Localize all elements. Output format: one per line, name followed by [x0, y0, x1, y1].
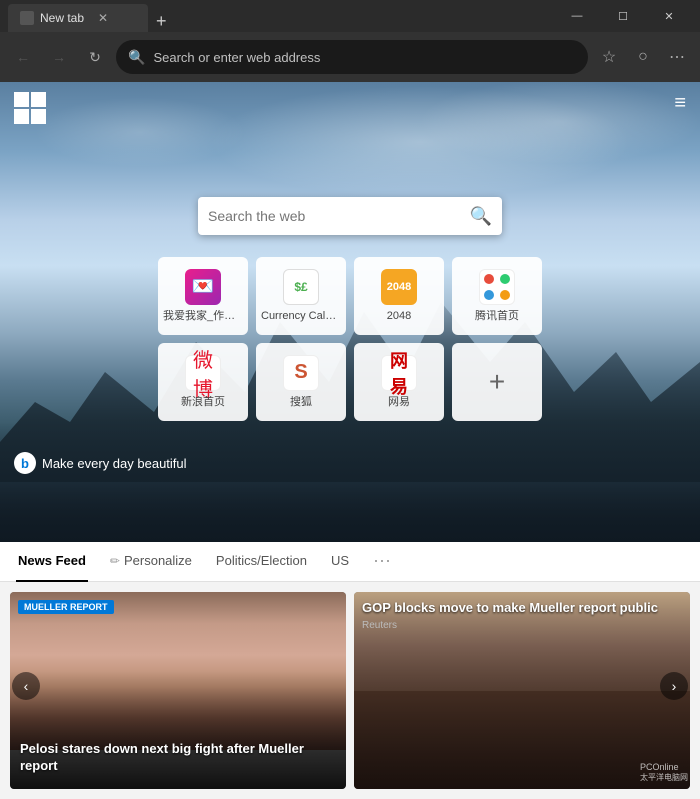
win-logo-quad-3	[14, 109, 29, 124]
favorite-button[interactable]: ☆	[594, 42, 624, 72]
tab-favicon	[20, 11, 34, 25]
gop-source: Reuters	[362, 620, 682, 631]
woai-label: 我爱我家_作者…	[163, 310, 243, 323]
news-card-gop[interactable]: GOP blocks move to make Mueller report p…	[354, 592, 690, 789]
wangyi-label: 网易	[388, 396, 410, 409]
quicklink-souhu[interactable]: S 搜狐	[256, 343, 346, 421]
tab-politics[interactable]: Politics/Election	[214, 542, 309, 582]
currency-icon: $£	[283, 269, 319, 305]
souhu-label: 搜狐	[290, 396, 312, 409]
tab-us[interactable]: US	[329, 542, 351, 582]
news-section: News Feed ✏ Personalize Politics/Electio…	[0, 542, 700, 799]
url-text: Search or enter web address	[153, 50, 320, 65]
clouds-overlay	[0, 82, 700, 282]
quicklink-wangyi[interactable]: 网易 网易	[354, 343, 444, 421]
bing-watermark: b Make every day beautiful	[14, 452, 187, 474]
win-logo-quad-1	[14, 92, 29, 107]
profile-button[interactable]: ○	[628, 42, 658, 72]
quicklink-currency[interactable]: $£ Currency Calcu…	[256, 257, 346, 335]
news-nav-right[interactable]: ›	[660, 672, 688, 700]
new-tab-button[interactable]: +	[148, 11, 175, 32]
tencent-label: 腾讯首页	[475, 310, 519, 323]
windows-logo	[14, 92, 46, 124]
woai-icon: 💌	[185, 269, 221, 305]
tab-news-feed[interactable]: News Feed	[16, 542, 88, 582]
search-icon: 🔍	[128, 49, 145, 66]
tencent-icon	[479, 269, 515, 305]
more-tabs-icon: ···	[373, 550, 391, 571]
tab-more[interactable]: ···	[371, 542, 393, 582]
pelosi-card-content: Pelosi stares down next big fight after …	[10, 731, 346, 789]
quicklinks-grid: 💌 我爱我家_作者… $£ Currency Calcu… 2048 2048 …	[158, 257, 542, 421]
tencent-svg	[482, 272, 512, 302]
currency-label: Currency Calcu…	[261, 310, 341, 323]
news-card-pelosi[interactable]: MUELLER REPORT Pelosi stares down next b…	[10, 592, 346, 789]
hero-menu-button[interactable]: ≡	[674, 92, 686, 115]
left-arrow-icon: ‹	[24, 678, 29, 694]
pcol-watermark: PCOnline 太平洋电脑网	[640, 762, 688, 783]
active-tab[interactable]: New tab ✕	[8, 4, 148, 32]
politics-label: Politics/Election	[216, 553, 307, 568]
pcol-brand: PCOnline	[640, 762, 688, 772]
forward-button[interactable]: →	[44, 42, 74, 72]
tab-personalize[interactable]: ✏ Personalize	[108, 542, 194, 582]
souhu-symbol: S	[294, 361, 307, 384]
bing-logo: b	[14, 452, 36, 474]
news-nav-left[interactable]: ‹	[12, 672, 40, 700]
search-container: 🔍	[198, 197, 502, 235]
quicklink-weibo[interactable]: 微博 新浪首页	[158, 343, 248, 421]
maximize-button[interactable]: ☐	[600, 0, 646, 32]
news-tabs: News Feed ✏ Personalize Politics/Electio…	[0, 542, 700, 582]
tab-area: New tab ✕ +	[8, 0, 546, 32]
minimize-button[interactable]: —	[554, 0, 600, 32]
gop-top-content: GOP blocks move to make Mueller report p…	[362, 600, 682, 631]
window-controls: — ☐ ✕	[554, 0, 692, 32]
addressbar-actions: ☆ ○ ⋯	[594, 42, 692, 72]
quicklink-2048[interactable]: 2048 2048	[354, 257, 444, 335]
win-logo-quad-2	[31, 92, 46, 107]
pencil-icon: ✏	[110, 554, 120, 568]
us-label: US	[331, 553, 349, 568]
refresh-button[interactable]: ↻	[80, 42, 110, 72]
right-arrow-icon: ›	[672, 678, 677, 694]
personalize-label: Personalize	[124, 553, 192, 568]
mueller-badge: MUELLER REPORT	[18, 600, 114, 614]
pcol-cn: 太平洋电脑网	[640, 772, 688, 783]
news-feed-label: News Feed	[18, 553, 86, 568]
weibo-symbol: 微博	[186, 344, 220, 402]
bing-tagline: Make every day beautiful	[42, 456, 187, 471]
back-button[interactable]: ←	[8, 42, 38, 72]
souhu-icon: S	[283, 355, 319, 391]
weibo-label: 新浪首页	[181, 396, 225, 409]
gop-title: GOP blocks move to make Mueller report p…	[362, 600, 682, 617]
wangyi-icon: 网易	[381, 355, 417, 391]
pelosi-title: Pelosi stares down next big fight after …	[20, 741, 336, 775]
add-icon: +	[489, 366, 505, 398]
win-logo-quad-4	[31, 109, 46, 124]
search-button[interactable]: 🔍	[470, 206, 492, 227]
close-button[interactable]: ✕	[646, 0, 692, 32]
2048-label: 2048	[387, 310, 411, 323]
news-cards: ‹ › MUELLER REPORT Pelosi stares down ne…	[0, 582, 700, 789]
hero-section: ≡ 🔍 💌 我爱我家_作者… $£ Currency Calcu… 2048 2…	[0, 82, 700, 542]
weibo-icon: 微博	[185, 355, 221, 391]
quicklink-add[interactable]: +	[452, 343, 542, 421]
address-bar: ← → ↻ 🔍 Search or enter web address ☆ ○ …	[0, 32, 700, 82]
tab-close-button[interactable]: ✕	[98, 11, 108, 25]
search-box[interactable]: 🔍	[198, 197, 502, 235]
quicklink-woai[interactable]: 💌 我爱我家_作者…	[158, 257, 248, 335]
titlebar: New tab ✕ + — ☐ ✕	[0, 0, 700, 32]
wangyi-symbol: 网易	[382, 347, 416, 399]
tab-title: New tab	[40, 11, 84, 25]
search-input[interactable]	[208, 208, 462, 224]
url-bar[interactable]: 🔍 Search or enter web address	[116, 40, 588, 74]
more-button[interactable]: ⋯	[662, 42, 692, 72]
quicklink-tencent[interactable]: 腾讯首页	[452, 257, 542, 335]
2048-icon: 2048	[381, 269, 417, 305]
